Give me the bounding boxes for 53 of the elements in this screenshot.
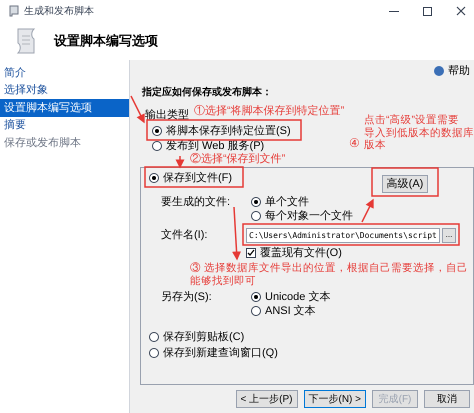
option-label: 单个文件	[265, 196, 309, 208]
arrow	[176, 156, 184, 168]
help-link[interactable]: 帮助	[448, 62, 470, 80]
option-label: 保存到剪贴板(C)	[163, 331, 244, 343]
arrow	[130, 96, 145, 124]
sidebar-item[interactable]: 摘要	[0, 116, 129, 134]
scroll-icon	[8, 5, 20, 17]
help-icon[interactable]	[434, 66, 444, 76]
annotation-text: 点击“高级”设置需要 导入到低版本的数据库 版本	[364, 114, 474, 152]
annotation-text: ②选择“保存到文件”	[190, 153, 286, 165]
radio-button[interactable]	[251, 306, 261, 316]
field-label: 要生成的文件:	[161, 195, 232, 209]
group-label: 输出类型	[145, 108, 189, 122]
checkbox[interactable]	[246, 248, 256, 258]
radio-button[interactable]	[152, 141, 162, 151]
file-name-field[interactable]: C:\Users\Administrator\Documents\script	[246, 228, 440, 242]
option-label: ANSI 文本	[265, 305, 316, 317]
option-label: 每个对象一个文件	[265, 210, 353, 222]
sidebar-item[interactable]: 设置脚本编写选项	[0, 99, 129, 116]
dialog-button[interactable]: 取消	[424, 390, 470, 408]
radio-button[interactable]	[149, 173, 159, 183]
option-label: 发布到 Web 服务(P)	[166, 140, 264, 152]
dialog-button[interactable]: 下一步(N) >	[304, 390, 366, 408]
field-label: 文件名(I):	[161, 228, 208, 243]
advanced-button[interactable]: 高级(A)	[382, 175, 428, 193]
radio-button[interactable]	[152, 126, 162, 136]
maximize-icon[interactable]	[423, 6, 432, 16]
sidebar-item[interactable]: 简介	[0, 64, 129, 82]
dialog-button[interactable]: < 上一步(P)	[236, 390, 298, 408]
checkbox-label: 覆盖现有文件(O)	[260, 246, 342, 261]
instruction-text: 指定应如何保存或发布脚本：	[142, 86, 272, 100]
arrow	[361, 198, 374, 222]
window-title: 生成和发布脚本	[24, 4, 94, 18]
sidebar-item[interactable]: 选择对象	[0, 82, 129, 99]
browse-button[interactable]: ...	[442, 228, 456, 242]
page-heading: 设置脚本编写选项	[54, 32, 158, 50]
annotation-text: ③ 选择数据库文件导出的位置，根据自己需要选择，自己 能够找到即可	[190, 262, 468, 288]
annotation-text: ④	[349, 136, 360, 150]
option-label: 将脚本保存到特定位置(S)	[166, 125, 291, 137]
option-label: 保存到新建查询窗口(Q)	[163, 347, 278, 359]
radio-button[interactable]	[149, 348, 159, 358]
arrow	[232, 206, 242, 260]
radio-button[interactable]	[149, 332, 159, 342]
option-label: Unicode 文本	[265, 291, 330, 303]
field-label: 另存为(S):	[161, 290, 213, 304]
radio-button[interactable]	[251, 292, 261, 302]
option-label: 保存到文件(F)	[163, 172, 232, 184]
minimize-icon[interactable]	[389, 10, 399, 12]
annotation-text: ①选择“将脚本保存到特定位置”	[194, 105, 344, 118]
close-icon[interactable]	[456, 6, 466, 16]
radio-button[interactable]	[251, 197, 261, 207]
radio-button[interactable]	[251, 211, 261, 221]
highlight-frame	[371, 167, 439, 197]
